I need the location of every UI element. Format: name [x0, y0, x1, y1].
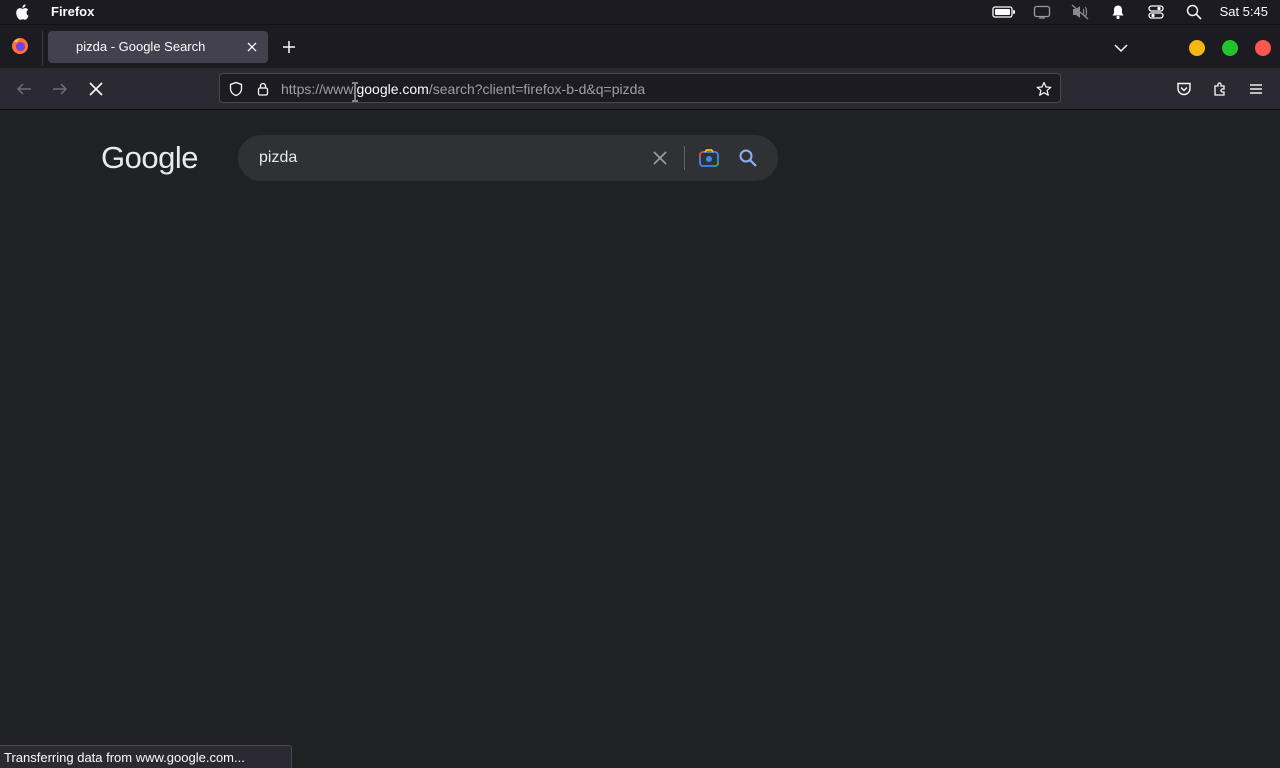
back-arrow-icon[interactable]: [15, 80, 33, 98]
search-divider: [684, 146, 685, 170]
window-minimize-button[interactable]: [1189, 40, 1205, 56]
app-menu-hamburger-icon[interactable]: [1247, 80, 1265, 98]
pocket-icon[interactable]: [1175, 80, 1193, 98]
navigation-toolbar: https://www.google.com/search?client=fir…: [0, 68, 1280, 110]
address-bar[interactable]: https://www.google.com/search?client=fir…: [219, 73, 1061, 103]
tab-strip: pizda - Google Search: [0, 24, 1280, 69]
window-maximize-button[interactable]: [1222, 40, 1238, 56]
notifications-icon[interactable]: [1108, 0, 1128, 24]
url-text[interactable]: https://www.google.com/search?client=fir…: [281, 81, 645, 97]
extensions-puzzle-icon[interactable]: [1211, 80, 1229, 98]
muted-speaker-icon[interactable]: [1069, 0, 1091, 24]
url-path: /search?client=firefox-b-d&q=pizda: [428, 81, 646, 97]
stop-loading-icon[interactable]: [87, 80, 105, 98]
forward-arrow-icon[interactable]: [51, 80, 69, 98]
search-box[interactable]: pizda: [238, 135, 778, 181]
new-tab-plus-icon[interactable]: [281, 39, 297, 55]
apple-icon[interactable]: [14, 3, 32, 21]
list-all-tabs-chevron-icon[interactable]: [1113, 40, 1129, 56]
firefox-logo-icon[interactable]: [11, 37, 29, 55]
window-close-button[interactable]: [1255, 40, 1271, 56]
clear-search-icon[interactable]: [652, 150, 668, 166]
clock[interactable]: Sat 5:45: [1220, 4, 1268, 19]
spotlight-search-icon[interactable]: [1184, 0, 1204, 24]
tab-google-search[interactable]: pizda - Google Search: [48, 31, 268, 63]
display-icon[interactable]: [1032, 0, 1052, 24]
page-content: Google pizda: [0, 110, 1280, 768]
control-center-icon[interactable]: [1146, 0, 1166, 24]
search-input[interactable]: pizda: [259, 149, 297, 167]
google-lens-camera-icon[interactable]: [698, 148, 720, 168]
app-menu-name[interactable]: Firefox: [51, 4, 94, 19]
google-logo[interactable]: Google: [101, 140, 198, 176]
text-cursor-icon: [352, 82, 358, 102]
tab-title: pizda - Google Search: [76, 39, 206, 54]
tab-close-icon[interactable]: [245, 40, 259, 54]
tracking-protection-shield-icon[interactable]: [228, 81, 244, 97]
battery-icon[interactable]: [990, 0, 1018, 24]
url-prefix: https://www.: [281, 81, 357, 97]
bookmark-star-icon[interactable]: [1036, 81, 1052, 97]
lock-icon[interactable]: [255, 81, 271, 97]
url-host: google.com: [356, 81, 429, 97]
search-magnifier-icon[interactable]: [738, 148, 758, 168]
status-bar: Transferring data from www.google.com...: [0, 745, 292, 768]
tab-separator: [42, 31, 43, 65]
system-menu-bar: Firefox Sat 5:45: [0, 0, 1280, 24]
